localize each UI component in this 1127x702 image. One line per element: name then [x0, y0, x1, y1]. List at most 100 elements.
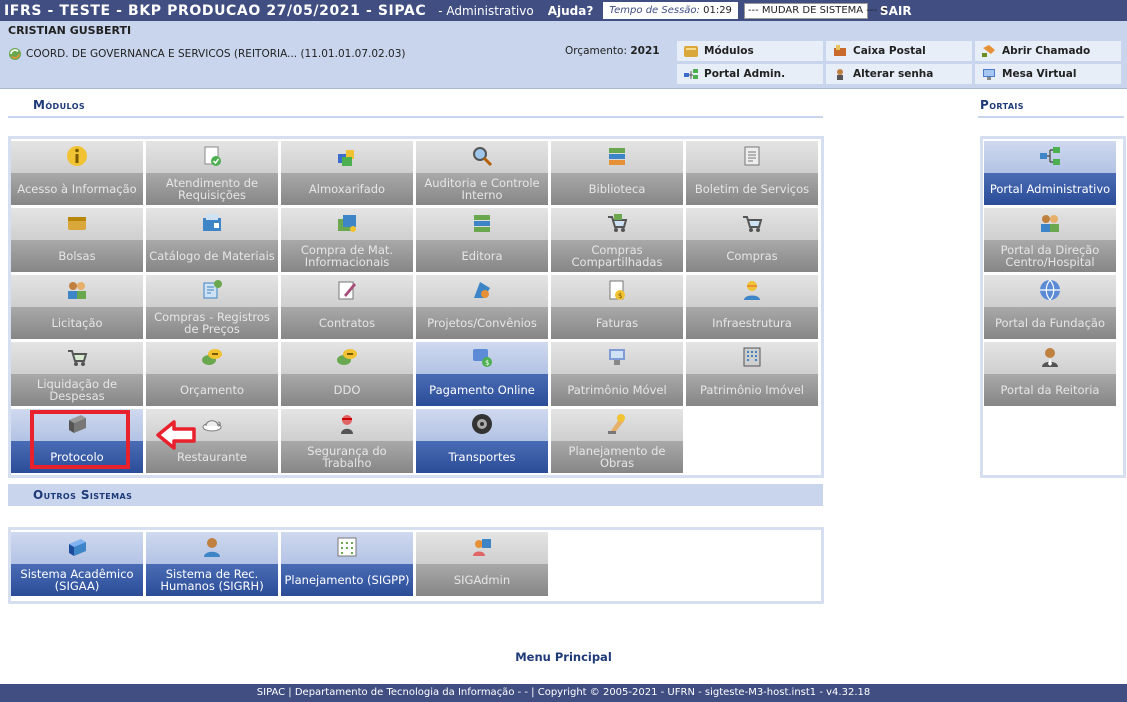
tile-label: Acesso à Informação	[17, 181, 137, 196]
portals-section-divider	[978, 116, 1124, 118]
safety-icon	[341, 415, 353, 434]
module-tile-compras-compartilhadas[interactable]: Compras Compartilhadas	[551, 208, 683, 272]
module-tile-contratos[interactable]: Contratos	[281, 275, 413, 339]
change-system-select[interactable]: --- MUDAR DE SISTEMA --- ▼	[743, 2, 887, 19]
module-tile-auditoria-e-controle-interno[interactable]: Auditoria e Controle Interno	[416, 141, 548, 205]
budget-year: 2021	[630, 45, 660, 57]
session-label: Tempo de Sessão:	[609, 5, 700, 16]
unit-change-icon[interactable]	[8, 47, 22, 61]
payment-icon: $	[473, 349, 492, 367]
session-timer: Tempo de Sessão: 01:29	[603, 2, 738, 19]
tile-label: Portal da Reitoria	[1000, 382, 1100, 397]
expense-cart-icon	[68, 350, 88, 366]
tile-label: Auditoria e Controle Interno	[424, 175, 540, 202]
directors-icon	[1041, 215, 1059, 232]
open-ticket-link[interactable]: Abrir Chamado	[975, 41, 1121, 61]
modules-link[interactable]: Módulos	[677, 41, 823, 61]
mailbox-link[interactable]: Caixa Postal	[826, 41, 972, 61]
portal-tile-portal-da-reitoria[interactable]: Portal da Reitoria	[984, 342, 1116, 406]
module-tile-compras-registros-de-precos[interactable]: Compras - Registros de Preços	[146, 275, 278, 339]
contract-icon	[338, 281, 356, 300]
module-tile-boletim-de-servicos[interactable]: Boletim de Serviços	[686, 141, 818, 205]
module-tile-almoxarifado[interactable]: Almoxarifado	[281, 141, 413, 205]
tile-label: Planejamento (SIGPP)	[284, 572, 410, 587]
tile-label: Almoxarifado	[308, 181, 386, 196]
module-tile-biblioteca[interactable]: Biblioteca	[551, 141, 683, 205]
system-tile-planejamento-sigpp[interactable]: Planejamento (SIGPP)	[281, 532, 413, 596]
price-registry-icon	[203, 280, 222, 299]
mailbox-link-label: Caixa Postal	[853, 45, 926, 57]
audit-icon	[473, 147, 493, 167]
portal-admin-link[interactable]: Portal Admin.	[677, 64, 823, 84]
help-link[interactable]: Ajuda?	[548, 4, 594, 18]
requests-icon	[204, 146, 221, 166]
system-tile-sistema-academico-sigaa[interactable]: Sistema Acadêmico (SIGAA)	[11, 532, 143, 596]
change-password-link[interactable]: Alterar senha	[826, 64, 972, 84]
hr-person-icon	[204, 538, 220, 557]
tile-label: Protocolo	[50, 449, 104, 464]
tile-label: Restaurante	[176, 449, 248, 464]
module-tile-seguranca-do-trabalho[interactable]: Segurança do Trabalho	[281, 409, 413, 473]
module-tile-infraestrutura[interactable]: Infraestrutura	[686, 275, 818, 339]
module-tile-compra-de-mat-informacionais[interactable]: Compra de Mat. Informacionais	[281, 208, 413, 272]
module-tile-orcamento[interactable]: Orçamento	[146, 342, 278, 406]
tile-label: Patrimônio Imóvel	[699, 382, 805, 397]
module-tile-planejamento-de-obras[interactable]: Planejamento de Obras	[551, 409, 683, 473]
module-tile-pagamento-online[interactable]: $ Pagamento Online	[416, 342, 548, 406]
module-tile-catalogo-de-materiais[interactable]: Catálogo de Materiais	[146, 208, 278, 272]
modules-section-title: Módulos	[33, 98, 86, 112]
portal-tile-portal-da-fundacao[interactable]: Portal da Fundação	[984, 275, 1116, 339]
tile-label: Liquidação de Despesas	[36, 376, 118, 403]
tile-label: Sistema Acadêmico (SIGAA)	[20, 566, 134, 593]
scholarship-icon	[68, 217, 86, 230]
module-tile-licitacao[interactable]: Licitação	[11, 275, 143, 339]
warehouse-icon	[338, 150, 354, 166]
module-tile-protocolo[interactable]: Protocolo	[11, 409, 143, 473]
invoice-icon: $	[609, 280, 625, 300]
module-tile-patrimonio-movel[interactable]: Patrimônio Móvel	[551, 342, 683, 406]
library-icon	[609, 148, 625, 165]
module-tile-bolsas[interactable]: Bolsas	[11, 208, 143, 272]
ddo-icon	[337, 349, 357, 365]
portal-tile-portal-da-direcao-centro-hospital[interactable]: Portal da Direção Centro/Hospital	[984, 208, 1116, 272]
module-tile-restaurante[interactable]: Restaurante	[146, 409, 278, 473]
user-unit-text: COORD. DE GOVERNANCA E SERVICOS (REITORI…	[26, 48, 406, 60]
module-tile-liquidacao-de-despesas[interactable]: Liquidação de Despesas	[11, 342, 143, 406]
tile-label: Compras - Registros de Preços	[154, 309, 270, 336]
portal-tile-portal-administrativo[interactable]: Portal Administrativo	[984, 141, 1116, 205]
module-tile-faturas[interactable]: $ Faturas	[551, 275, 683, 339]
modules-icon	[684, 46, 698, 57]
construction-icon	[608, 414, 625, 434]
publisher-icon	[474, 215, 490, 232]
tile-label: Compras Compartilhadas	[571, 242, 663, 269]
academic-book-icon	[69, 539, 86, 556]
bidding-icon	[68, 282, 86, 299]
bulletin-icon	[744, 146, 760, 166]
module-tile-ddo[interactable]: DDO	[281, 342, 413, 406]
info-icon	[67, 146, 87, 166]
worker-icon	[744, 281, 760, 300]
portal-admin-icon	[684, 69, 698, 79]
tile-label: Pagamento Online	[429, 382, 535, 397]
module-tile-editora[interactable]: Editora	[416, 208, 548, 272]
logout-link[interactable]: SAIR	[880, 4, 912, 18]
tile-label: Editora	[461, 248, 503, 263]
tile-label: Portal da Fundação	[994, 315, 1105, 330]
system-tile-sistema-de-rec-humanos-sigrh[interactable]: Sistema de Rec. Humanos (SIGRH)	[146, 532, 278, 596]
virtual-desk-link[interactable]: Mesa Virtual	[975, 64, 1121, 84]
module-tile-atendimento-de-requisicoes[interactable]: Atendimento de Requisições	[146, 141, 278, 205]
catalog-icon	[203, 214, 221, 231]
top-bar: IFRS - TESTE - BKP PRODUCAO 27/05/2021 -…	[0, 0, 1127, 21]
module-tile-acesso-a-informacao[interactable]: Acesso à Informação	[11, 141, 143, 205]
tile-label: Segurança do Trabalho	[307, 443, 387, 470]
main-menu-link[interactable]: Menu Principal	[0, 650, 1127, 664]
module-tile-projetos-convenios[interactable]: Projetos/Convênios	[416, 275, 548, 339]
module-tile-compras[interactable]: Compras	[686, 208, 818, 272]
module-tile-patrimonio-imovel[interactable]: Patrimônio Imóvel	[686, 342, 818, 406]
mailbox-icon	[834, 45, 846, 56]
system-tile-sigadmin[interactable]: SIGAdmin	[416, 532, 548, 596]
svg-text:$: $	[618, 292, 622, 300]
tile-label: Licitação	[51, 315, 103, 330]
module-tile-transportes[interactable]: Transportes	[416, 409, 548, 473]
password-icon	[837, 69, 843, 80]
